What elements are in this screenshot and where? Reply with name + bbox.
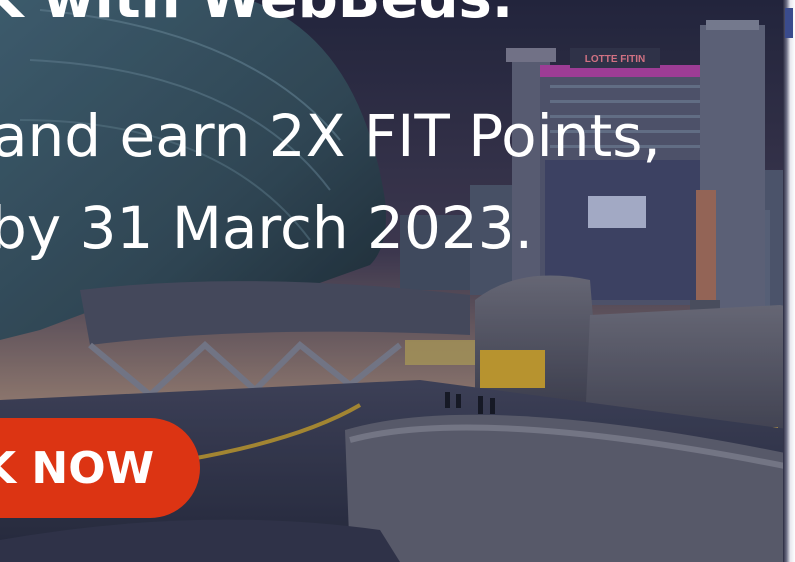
- flag-icon: [785, 8, 793, 38]
- subline-2-text: by 31 March 2023.: [0, 194, 534, 262]
- page-edge-strip: [783, 0, 795, 562]
- subline-1-text: and earn 2X FIT Points,: [0, 102, 661, 170]
- banner-subline-1: and earn 2X FIT Points,: [0, 102, 669, 170]
- promo-banner: LOTTE FITIN and earn 2X FIT Points, by 3…: [0, 0, 795, 562]
- book-now-button[interactable]: K NOW: [0, 418, 200, 518]
- banner-subline-2: by 31 March 2023.: [0, 194, 543, 262]
- banner-headline: K with WebBeds.: [0, 0, 533, 30]
- headline-text: K with WebBeds.: [0, 0, 513, 31]
